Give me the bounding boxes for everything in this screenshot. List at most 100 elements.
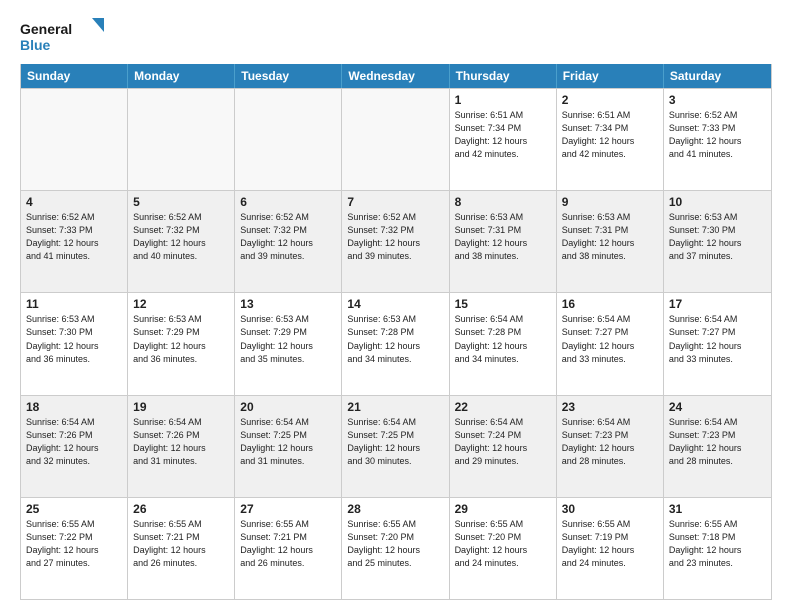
logo: General Blue xyxy=(20,16,110,56)
day-cell-3: 3 Sunrise: 6:52 AM Sunset: 7:33 PM Daylig… xyxy=(664,89,771,190)
empty-cell xyxy=(21,89,128,190)
day-cell-11: 11 Sunrise: 6:53 AM Sunset: 7:30 PM Dayli… xyxy=(21,293,128,394)
day-cell-8: 8 Sunrise: 6:53 AM Sunset: 7:31 PM Daylig… xyxy=(450,191,557,292)
day-number: 5 xyxy=(133,195,229,209)
day-info: Sunrise: 6:54 AM Sunset: 7:26 PM Dayligh… xyxy=(26,416,122,468)
day-info: Sunrise: 6:55 AM Sunset: 7:21 PM Dayligh… xyxy=(133,518,229,570)
day-number: 16 xyxy=(562,297,658,311)
day-cell-31: 31Sunrise: 6:55 AM Sunset: 7:18 PM Dayli… xyxy=(664,498,771,599)
day-cell-4: 4Sunrise: 6:52 AM Sunset: 7:33 PM Daylig… xyxy=(21,191,128,292)
day-info: Sunrise: 6:54 AM Sunset: 7:24 PM Dayligh… xyxy=(455,416,551,468)
day-info: Sunrise: 6:52 AM Sunset: 7:32 PM Dayligh… xyxy=(347,211,443,263)
svg-text:General: General xyxy=(20,21,72,37)
day-cell-27: 27 Sunrise: 6:55 AM Sunset: 7:21 PM Dayli… xyxy=(235,498,342,599)
day-number: 13 xyxy=(240,297,336,311)
day-cell-24: 24Sunrise: 6:54 AM Sunset: 7:23 PM Dayli… xyxy=(664,396,771,497)
day-number: 23 xyxy=(562,400,658,414)
header: General Blue xyxy=(20,16,772,56)
day-number: 15 xyxy=(455,297,551,311)
day-cell-25: 25 Sunrise: 6:55 AM Sunset: 7:22 PM Dayli… xyxy=(21,498,128,599)
day-number: 31 xyxy=(669,502,766,516)
calendar-week-2: 4Sunrise: 6:52 AM Sunset: 7:33 PM Daylig… xyxy=(21,191,771,293)
day-info: Sunrise: 6:52 AM Sunset: 7:32 PM Dayligh… xyxy=(133,211,229,263)
day-header-thursday: Thursday xyxy=(450,64,557,88)
day-number: 9 xyxy=(562,195,658,209)
day-cell-19: 19 Sunrise: 6:54 AM Sunset: 7:26 PM Dayli… xyxy=(128,396,235,497)
calendar-week-3: 11 Sunrise: 6:53 AM Sunset: 7:30 PM Dayli… xyxy=(21,293,771,395)
day-cell-28: 28 Sunrise: 6:55 AM Sunset: 7:20 PM Dayli… xyxy=(342,498,449,599)
day-cell-20: 20Sunrise: 6:54 AM Sunset: 7:25 PM Dayli… xyxy=(235,396,342,497)
day-cell-10: 10Sunrise: 6:53 AM Sunset: 7:30 PM Dayli… xyxy=(664,191,771,292)
day-info: Sunrise: 6:53 AM Sunset: 7:28 PM Dayligh… xyxy=(347,313,443,365)
calendar-header: SundayMondayTuesdayWednesdayThursdayFrid… xyxy=(21,64,771,88)
day-number: 2 xyxy=(562,93,658,107)
calendar-body: 1 Sunrise: 6:51 AM Sunset: 7:34 PM Daylig… xyxy=(21,88,771,599)
day-number: 1 xyxy=(455,93,551,107)
day-cell-23: 23 Sunrise: 6:54 AM Sunset: 7:23 PM Dayli… xyxy=(557,396,664,497)
day-info: Sunrise: 6:55 AM Sunset: 7:21 PM Dayligh… xyxy=(240,518,336,570)
day-info: Sunrise: 6:51 AM Sunset: 7:34 PM Dayligh… xyxy=(455,109,551,161)
day-cell-26: 26 Sunrise: 6:55 AM Sunset: 7:21 PM Dayli… xyxy=(128,498,235,599)
day-cell-22: 22 Sunrise: 6:54 AM Sunset: 7:24 PM Dayli… xyxy=(450,396,557,497)
day-info: Sunrise: 6:53 AM Sunset: 7:31 PM Dayligh… xyxy=(455,211,551,263)
logo-icon: General Blue xyxy=(20,16,110,56)
day-number: 11 xyxy=(26,297,122,311)
day-info: Sunrise: 6:54 AM Sunset: 7:23 PM Dayligh… xyxy=(562,416,658,468)
day-info: Sunrise: 6:52 AM Sunset: 7:32 PM Dayligh… xyxy=(240,211,336,263)
day-number: 26 xyxy=(133,502,229,516)
day-info: Sunrise: 6:53 AM Sunset: 7:29 PM Dayligh… xyxy=(133,313,229,365)
day-header-sunday: Sunday xyxy=(21,64,128,88)
day-info: Sunrise: 6:54 AM Sunset: 7:25 PM Dayligh… xyxy=(240,416,336,468)
day-number: 6 xyxy=(240,195,336,209)
day-number: 12 xyxy=(133,297,229,311)
day-number: 19 xyxy=(133,400,229,414)
day-number: 28 xyxy=(347,502,443,516)
day-header-saturday: Saturday xyxy=(664,64,771,88)
day-info: Sunrise: 6:54 AM Sunset: 7:26 PM Dayligh… xyxy=(133,416,229,468)
day-number: 22 xyxy=(455,400,551,414)
empty-cell xyxy=(235,89,342,190)
day-cell-30: 30Sunrise: 6:55 AM Sunset: 7:19 PM Dayli… xyxy=(557,498,664,599)
day-cell-21: 21 Sunrise: 6:54 AM Sunset: 7:25 PM Dayli… xyxy=(342,396,449,497)
day-info: Sunrise: 6:54 AM Sunset: 7:27 PM Dayligh… xyxy=(669,313,766,365)
day-info: Sunrise: 6:55 AM Sunset: 7:20 PM Dayligh… xyxy=(455,518,551,570)
day-number: 17 xyxy=(669,297,766,311)
day-info: Sunrise: 6:53 AM Sunset: 7:30 PM Dayligh… xyxy=(26,313,122,365)
day-number: 3 xyxy=(669,93,766,107)
day-cell-15: 15 Sunrise: 6:54 AM Sunset: 7:28 PM Dayli… xyxy=(450,293,557,394)
empty-cell xyxy=(128,89,235,190)
day-info: Sunrise: 6:54 AM Sunset: 7:25 PM Dayligh… xyxy=(347,416,443,468)
day-cell-16: 16Sunrise: 6:54 AM Sunset: 7:27 PM Dayli… xyxy=(557,293,664,394)
calendar-week-5: 25 Sunrise: 6:55 AM Sunset: 7:22 PM Dayli… xyxy=(21,498,771,599)
day-header-wednesday: Wednesday xyxy=(342,64,449,88)
day-info: Sunrise: 6:54 AM Sunset: 7:28 PM Dayligh… xyxy=(455,313,551,365)
day-number: 25 xyxy=(26,502,122,516)
day-info: Sunrise: 6:55 AM Sunset: 7:22 PM Dayligh… xyxy=(26,518,122,570)
calendar-week-4: 18 Sunrise: 6:54 AM Sunset: 7:26 PM Dayli… xyxy=(21,396,771,498)
page: General Blue SundayMondayTuesdayWednesda… xyxy=(0,0,792,612)
svg-text:Blue: Blue xyxy=(20,37,51,53)
day-info: Sunrise: 6:55 AM Sunset: 7:20 PM Dayligh… xyxy=(347,518,443,570)
day-number: 18 xyxy=(26,400,122,414)
day-info: Sunrise: 6:53 AM Sunset: 7:29 PM Dayligh… xyxy=(240,313,336,365)
day-cell-12: 12 Sunrise: 6:53 AM Sunset: 7:29 PM Dayli… xyxy=(128,293,235,394)
day-number: 30 xyxy=(562,502,658,516)
day-number: 29 xyxy=(455,502,551,516)
day-number: 7 xyxy=(347,195,443,209)
day-header-monday: Monday xyxy=(128,64,235,88)
day-cell-6: 6 Sunrise: 6:52 AM Sunset: 7:32 PM Daylig… xyxy=(235,191,342,292)
day-cell-18: 18 Sunrise: 6:54 AM Sunset: 7:26 PM Dayli… xyxy=(21,396,128,497)
day-number: 21 xyxy=(347,400,443,414)
day-info: Sunrise: 6:51 AM Sunset: 7:34 PM Dayligh… xyxy=(562,109,658,161)
day-info: Sunrise: 6:53 AM Sunset: 7:31 PM Dayligh… xyxy=(562,211,658,263)
day-cell-13: 13 Sunrise: 6:53 AM Sunset: 7:29 PM Dayli… xyxy=(235,293,342,394)
day-header-tuesday: Tuesday xyxy=(235,64,342,88)
day-info: Sunrise: 6:52 AM Sunset: 7:33 PM Dayligh… xyxy=(669,109,766,161)
day-number: 27 xyxy=(240,502,336,516)
day-number: 8 xyxy=(455,195,551,209)
day-cell-9: 9 Sunrise: 6:53 AM Sunset: 7:31 PM Daylig… xyxy=(557,191,664,292)
day-cell-17: 17 Sunrise: 6:54 AM Sunset: 7:27 PM Dayli… xyxy=(664,293,771,394)
day-info: Sunrise: 6:54 AM Sunset: 7:23 PM Dayligh… xyxy=(669,416,766,468)
day-cell-14: 14 Sunrise: 6:53 AM Sunset: 7:28 PM Dayli… xyxy=(342,293,449,394)
day-number: 14 xyxy=(347,297,443,311)
